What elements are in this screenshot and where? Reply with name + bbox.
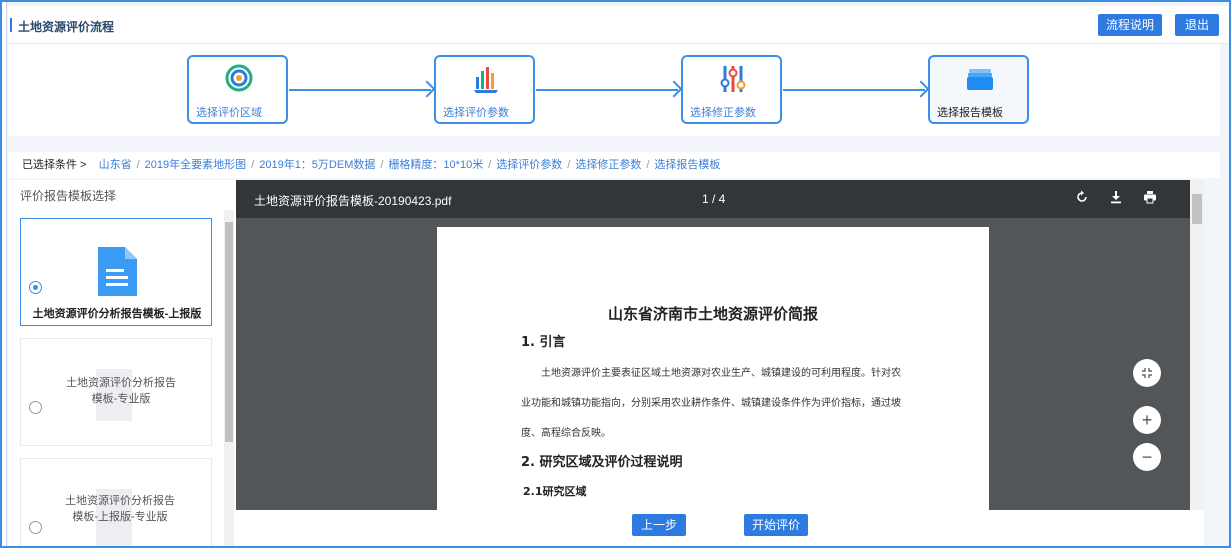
breadcrumb-lead: 已选择条件 > bbox=[22, 159, 87, 171]
fit-page-icon[interactable] bbox=[1133, 359, 1161, 387]
breadcrumb-separator: / bbox=[488, 159, 492, 171]
template-panel: 评价报告模板选择 土地资源评价分析报告模板-上报版 土地资源评价分析报告模板-专… bbox=[8, 180, 236, 546]
template-card-name: 土地资源评价分析报告模板-上报版-专业版 bbox=[65, 495, 175, 523]
template-radio[interactable] bbox=[29, 401, 42, 414]
rotate-icon[interactable] bbox=[1074, 190, 1090, 206]
template-radio[interactable] bbox=[29, 521, 42, 534]
document-title: 山东省济南市土地资源评价简报 bbox=[607, 305, 818, 323]
breadcrumb-separator: / bbox=[251, 159, 255, 171]
breadcrumb-item[interactable]: 栅格精度：10*10米 bbox=[388, 159, 483, 171]
sliders-icon bbox=[717, 63, 749, 95]
template-radio[interactable] bbox=[29, 281, 42, 294]
process-flow: 选择评价区域 选择评价参数 选择修正参数 选择报告模板 bbox=[8, 44, 1220, 136]
download-icon[interactable] bbox=[1108, 190, 1124, 206]
breadcrumb-item[interactable]: 山东省 bbox=[99, 159, 132, 171]
document-paragraph-line: 度、高程综合反映。 bbox=[521, 428, 611, 439]
bar-chart-icon bbox=[470, 63, 502, 95]
process-help-button[interactable]: 流程说明 bbox=[1098, 14, 1162, 36]
template-card-name: 土地资源评价分析报告模板-上报版 bbox=[32, 308, 202, 320]
scrollbar-thumb[interactable] bbox=[225, 222, 233, 442]
template-card-name: 土地资源评价分析报告模板-专业版 bbox=[66, 377, 176, 405]
step-label: 选择修正参数 bbox=[690, 107, 756, 119]
action-bar: 上一步 开始评价 bbox=[236, 510, 1204, 546]
document-subsection-heading: 2.1研究区域 bbox=[523, 485, 587, 498]
step-select-template[interactable]: 选择报告模板 bbox=[928, 55, 1029, 124]
pdf-page: 山东省济南市土地资源评价简报 1. 引言 土地资源评价主要表征区域土地资源对农业… bbox=[437, 227, 989, 510]
template-card[interactable]: 土地资源评价分析报告模板-专业版 bbox=[20, 338, 212, 446]
zoom-in-button[interactable]: + bbox=[1133, 406, 1161, 434]
breadcrumb: 已选择条件 > 山东省 / 2019年全要素地形图 / 2019年1：5万DEM数据 / 栅… bbox=[8, 152, 1220, 178]
document-paragraph-line: 业功能和城镇功能指向，分别采用农业耕作条件、城镇建设条件作为评价指标，通过坡 bbox=[521, 398, 901, 409]
document-paragraph-line: 土地资源评价主要表征区域土地资源对农业生产、城镇建设的可利用程度。针对农 bbox=[541, 368, 901, 379]
template-card[interactable]: 土地资源评价分析报告模板-上报版-专业版 bbox=[20, 458, 212, 546]
layers-icon bbox=[964, 63, 996, 95]
step-label: 选择报告模板 bbox=[937, 107, 1003, 119]
zoom-out-button[interactable]: − bbox=[1133, 443, 1161, 471]
exit-button[interactable]: 退出 bbox=[1175, 14, 1219, 36]
breadcrumb-item[interactable]: 选择报告模板 bbox=[654, 159, 720, 171]
page-title: 土地资源评价流程 bbox=[18, 20, 115, 34]
breadcrumb-separator: / bbox=[136, 159, 140, 171]
step-label: 选择评价区域 bbox=[196, 107, 262, 119]
document-section-heading: 2. 研究区域及评价过程说明 bbox=[521, 455, 683, 470]
header: 土地资源评价流程 流程说明 退出 bbox=[8, 6, 1229, 44]
pdf-toolbar: 土地资源评价报告模板-20190423.pdf 1 / 4 bbox=[236, 180, 1190, 218]
prev-step-button[interactable]: 上一步 bbox=[632, 514, 686, 536]
pdf-page-indicator: 1 / 4 bbox=[702, 192, 726, 206]
pdf-scrollbar[interactable] bbox=[1190, 180, 1204, 510]
pdf-viewer: 土地资源评价报告模板-20190423.pdf 1 / 4 山东省济南市土地资源… bbox=[236, 180, 1190, 510]
step-select-correction[interactable]: 选择修正参数 bbox=[681, 55, 782, 124]
step-select-params[interactable]: 选择评价参数 bbox=[434, 55, 535, 124]
document-icon bbox=[95, 245, 139, 302]
step-select-area[interactable]: 选择评价区域 bbox=[187, 55, 288, 124]
scrollbar-thumb[interactable] bbox=[1192, 194, 1202, 224]
template-panel-scrollbar[interactable] bbox=[224, 210, 234, 546]
pdf-filename: 土地资源评价报告模板-20190423.pdf bbox=[254, 194, 452, 208]
step-label: 选择评价参数 bbox=[443, 107, 509, 119]
document-section-heading: 1. 引言 bbox=[521, 335, 566, 350]
flow-arrow bbox=[289, 89, 431, 91]
breadcrumb-separator: / bbox=[380, 159, 384, 171]
template-card-selected[interactable]: 土地资源评价分析报告模板-上报版 bbox=[20, 218, 212, 326]
breadcrumb-separator: / bbox=[567, 159, 571, 171]
app-window: 土地资源评价流程 流程说明 退出 选择评价区域 选择评价参数 选择修正参数 选择… bbox=[0, 0, 1231, 548]
print-icon[interactable] bbox=[1142, 190, 1158, 206]
title-accent-bar bbox=[10, 18, 12, 32]
target-icon bbox=[223, 63, 255, 95]
breadcrumb-item[interactable]: 2019年1：5万DEM数据 bbox=[259, 159, 375, 171]
left-edge-strip bbox=[2, 2, 7, 546]
flow-arrow bbox=[783, 89, 925, 91]
start-evaluation-button[interactable]: 开始评价 bbox=[744, 514, 808, 536]
breadcrumb-item[interactable]: 选择评价参数 bbox=[496, 159, 562, 171]
breadcrumb-item[interactable]: 2019年全要素地形图 bbox=[145, 159, 246, 171]
flow-arrow bbox=[536, 89, 678, 91]
template-panel-heading: 评价报告模板选择 bbox=[20, 189, 117, 203]
breadcrumb-item[interactable]: 选择修正参数 bbox=[575, 159, 641, 171]
breadcrumb-separator: / bbox=[646, 159, 650, 171]
